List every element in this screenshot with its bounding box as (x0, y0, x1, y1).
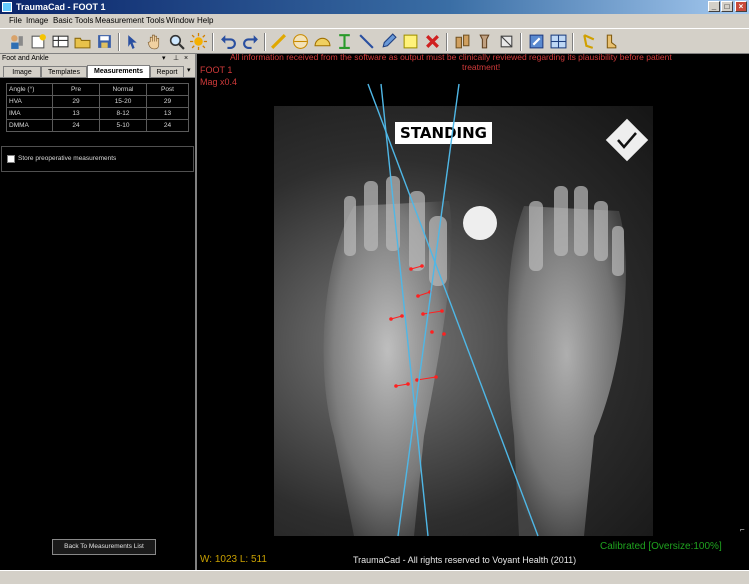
column-header-post: Post (146, 83, 189, 96)
post-value: 24 (146, 119, 189, 132)
patient-icon[interactable] (8, 33, 25, 50)
toolbar-separator (212, 33, 214, 51)
column-header-pre: Pre (52, 83, 100, 96)
menu-image[interactable]: Image (26, 16, 48, 25)
left-panel: Foot and Ankle ▾ ⊥ × Image Templates Mea… (0, 54, 197, 570)
menu-window[interactable]: Window (166, 16, 194, 25)
delete-icon[interactable] (424, 33, 441, 50)
toolbar-separator (520, 33, 522, 51)
measurements-table: Angle (°) Pre Normal Post HVA 29 15-20 2… (6, 83, 189, 132)
tab-templates[interactable]: Templates (41, 66, 87, 77)
minimize-button[interactable]: _ (708, 1, 720, 12)
angle-name: HVA (6, 95, 53, 108)
table-header-row: Angle (°) Pre Normal Post (6, 83, 189, 96)
menu-measurement-tools[interactable]: Measurement Tools (95, 16, 165, 25)
toolbar-separator (572, 33, 574, 51)
calibration-status: Calibrated [Oversize:100%] (600, 541, 722, 552)
menu-basic-tools[interactable]: Basic Tools (53, 16, 93, 25)
tabs-scroll-icon[interactable]: ▾ (187, 66, 191, 74)
ruler-icon[interactable] (270, 33, 287, 50)
circle-icon[interactable] (292, 33, 309, 50)
column-header-angle: Angle (°) (6, 83, 53, 96)
caliper-icon[interactable] (336, 33, 353, 50)
title-bar: TraumaCad - FOOT 1 _ □ × (0, 0, 749, 14)
menu-bar: File Image Basic Tools Measurement Tools… (0, 14, 749, 28)
close-button[interactable]: × (735, 1, 747, 12)
grid-icon[interactable] (52, 33, 69, 50)
save-icon[interactable] (96, 33, 113, 50)
panel-header: Foot and Ankle ▾ ⊥ × (0, 54, 195, 64)
table-row[interactable]: HVA 29 15-20 29 (6, 95, 189, 108)
image-viewer[interactable]: All information received from the softwa… (197, 54, 749, 570)
panel-dropdown-icon[interactable]: ▾ (162, 54, 166, 64)
normal-range: 8-12 (99, 107, 147, 120)
menu-file[interactable]: File (9, 16, 22, 25)
template-icon[interactable] (454, 33, 471, 50)
zoom-icon[interactable] (168, 33, 185, 50)
pre-value: 24 (52, 119, 100, 132)
tab-measurements[interactable]: Measurements (87, 65, 150, 78)
pin-icon[interactable]: ⊥ (173, 54, 179, 64)
tab-image[interactable]: Image (3, 66, 41, 77)
table-row[interactable]: IMA 13 8-12 13 (6, 107, 189, 120)
line-icon[interactable] (358, 33, 375, 50)
menu-help[interactable]: Help (197, 16, 213, 25)
window-level-readout: W: 1023 L: 511 (200, 554, 267, 565)
back-to-measurements-button[interactable]: Back To Measurements List (52, 539, 156, 555)
undo-icon[interactable] (220, 33, 237, 50)
post-value: 29 (146, 95, 189, 108)
column-header-normal: Normal (99, 83, 147, 96)
normal-range: 5-10 (99, 119, 147, 132)
angle-name: IMA (6, 107, 53, 120)
foot-tool-icon[interactable] (580, 33, 597, 50)
open-folder-icon[interactable] (74, 33, 91, 50)
table-row[interactable]: DMMA 24 5-10 24 (6, 119, 189, 132)
redo-icon[interactable] (242, 33, 259, 50)
pan-hand-icon[interactable] (146, 33, 163, 50)
pre-value: 29 (52, 95, 100, 108)
pre-value: 13 (52, 107, 100, 120)
protractor-icon[interactable] (314, 33, 331, 50)
settings-icon[interactable] (528, 33, 545, 50)
implant-icon[interactable] (476, 33, 493, 50)
post-value: 13 (146, 107, 189, 120)
maximize-button[interactable]: □ (721, 1, 733, 12)
store-preoperative-label: Store preoperative measurements (18, 155, 117, 162)
window-title: TraumaCad - FOOT 1 (16, 2, 106, 12)
angle-name: DMMA (6, 119, 53, 132)
toolbar-separator (446, 33, 448, 51)
pen-icon[interactable] (380, 33, 397, 50)
ankle-tool-icon[interactable] (602, 33, 619, 50)
copyright-text: TraumaCad - All rights reserved to Voyan… (353, 555, 577, 565)
status-bar (0, 570, 749, 584)
brightness-icon[interactable] (190, 33, 207, 50)
bone-segment-icon[interactable] (498, 33, 515, 50)
panel-close-icon[interactable]: × (184, 54, 188, 64)
cursor-indicator-icon: ⌐ (740, 525, 745, 534)
panel-title: Foot and Ankle (2, 55, 49, 62)
app-icon (2, 2, 12, 12)
new-image-icon[interactable] (30, 33, 47, 50)
layout-icon[interactable] (550, 33, 567, 50)
store-preoperative-checkbox[interactable] (7, 155, 15, 163)
toolbar-separator (264, 33, 266, 51)
note-icon[interactable] (402, 33, 419, 50)
tab-report[interactable]: Report (150, 66, 184, 77)
toolbar (0, 28, 749, 54)
normal-range: 15-20 (99, 95, 147, 108)
panel-tabs: Image Templates Measurements Report ▾ (0, 64, 195, 78)
toolbar-separator (118, 33, 120, 51)
measurement-lines (367, 83, 539, 537)
pointer-icon[interactable] (124, 33, 141, 50)
